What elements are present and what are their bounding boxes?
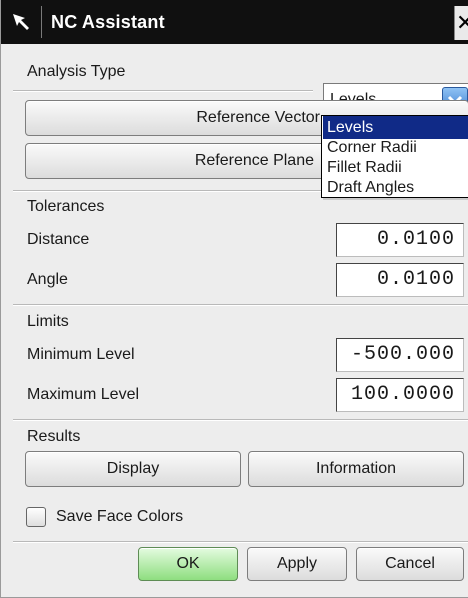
save-face-colors-checkbox[interactable] <box>26 507 46 527</box>
title-bar[interactable]: NC Assistant ✕ <box>1 0 468 44</box>
maximum-level-label: Maximum Level <box>27 386 140 403</box>
maximum-level-field[interactable]: 100.0000 <box>336 378 464 412</box>
distance-field[interactable]: 0.0100 <box>336 223 464 257</box>
close-button[interactable]: ✕ <box>454 6 468 40</box>
information-button[interactable]: Information <box>248 451 464 487</box>
apply-button[interactable]: Apply <box>247 547 347 581</box>
tolerances-header: Tolerances <box>27 198 105 215</box>
reference-plane-label: Reference Plane <box>194 152 314 169</box>
divider <box>13 541 468 543</box>
divider <box>13 304 468 306</box>
limits-header: Limits <box>27 313 69 330</box>
angle-label: Angle <box>27 271 68 288</box>
title-separator <box>41 6 42 38</box>
minimum-level-label: Minimum Level <box>27 346 135 363</box>
ok-button[interactable]: OK <box>138 547 238 581</box>
close-icon: ✕ <box>456 10 468 36</box>
select-arrow-icon <box>13 14 29 30</box>
analysis-type-dropdown-list: Levels Corner Radii Fillet Radii Draft A… <box>321 115 468 198</box>
save-face-colors-label: Save Face Colors <box>56 508 184 525</box>
analysis-type-label: Analysis Type <box>27 63 126 80</box>
angle-field[interactable]: 0.0100 <box>336 263 464 297</box>
distance-label: Distance <box>27 231 90 248</box>
divider <box>13 419 468 421</box>
minimum-level-field[interactable]: -500.000 <box>336 338 464 372</box>
results-header: Results <box>27 428 81 445</box>
reference-vector-label: Reference Vector <box>196 109 320 126</box>
display-button[interactable]: Display <box>25 451 241 487</box>
cancel-button[interactable]: Cancel <box>356 547 464 581</box>
dropdown-option-draft-angles[interactable]: Draft Angles <box>323 176 468 199</box>
divider <box>13 90 313 92</box>
window-title: NC Assistant <box>51 12 165 32</box>
nc-assistant-dialog: NC Assistant ✕ Analysis Type Levels Refe… <box>0 0 468 598</box>
